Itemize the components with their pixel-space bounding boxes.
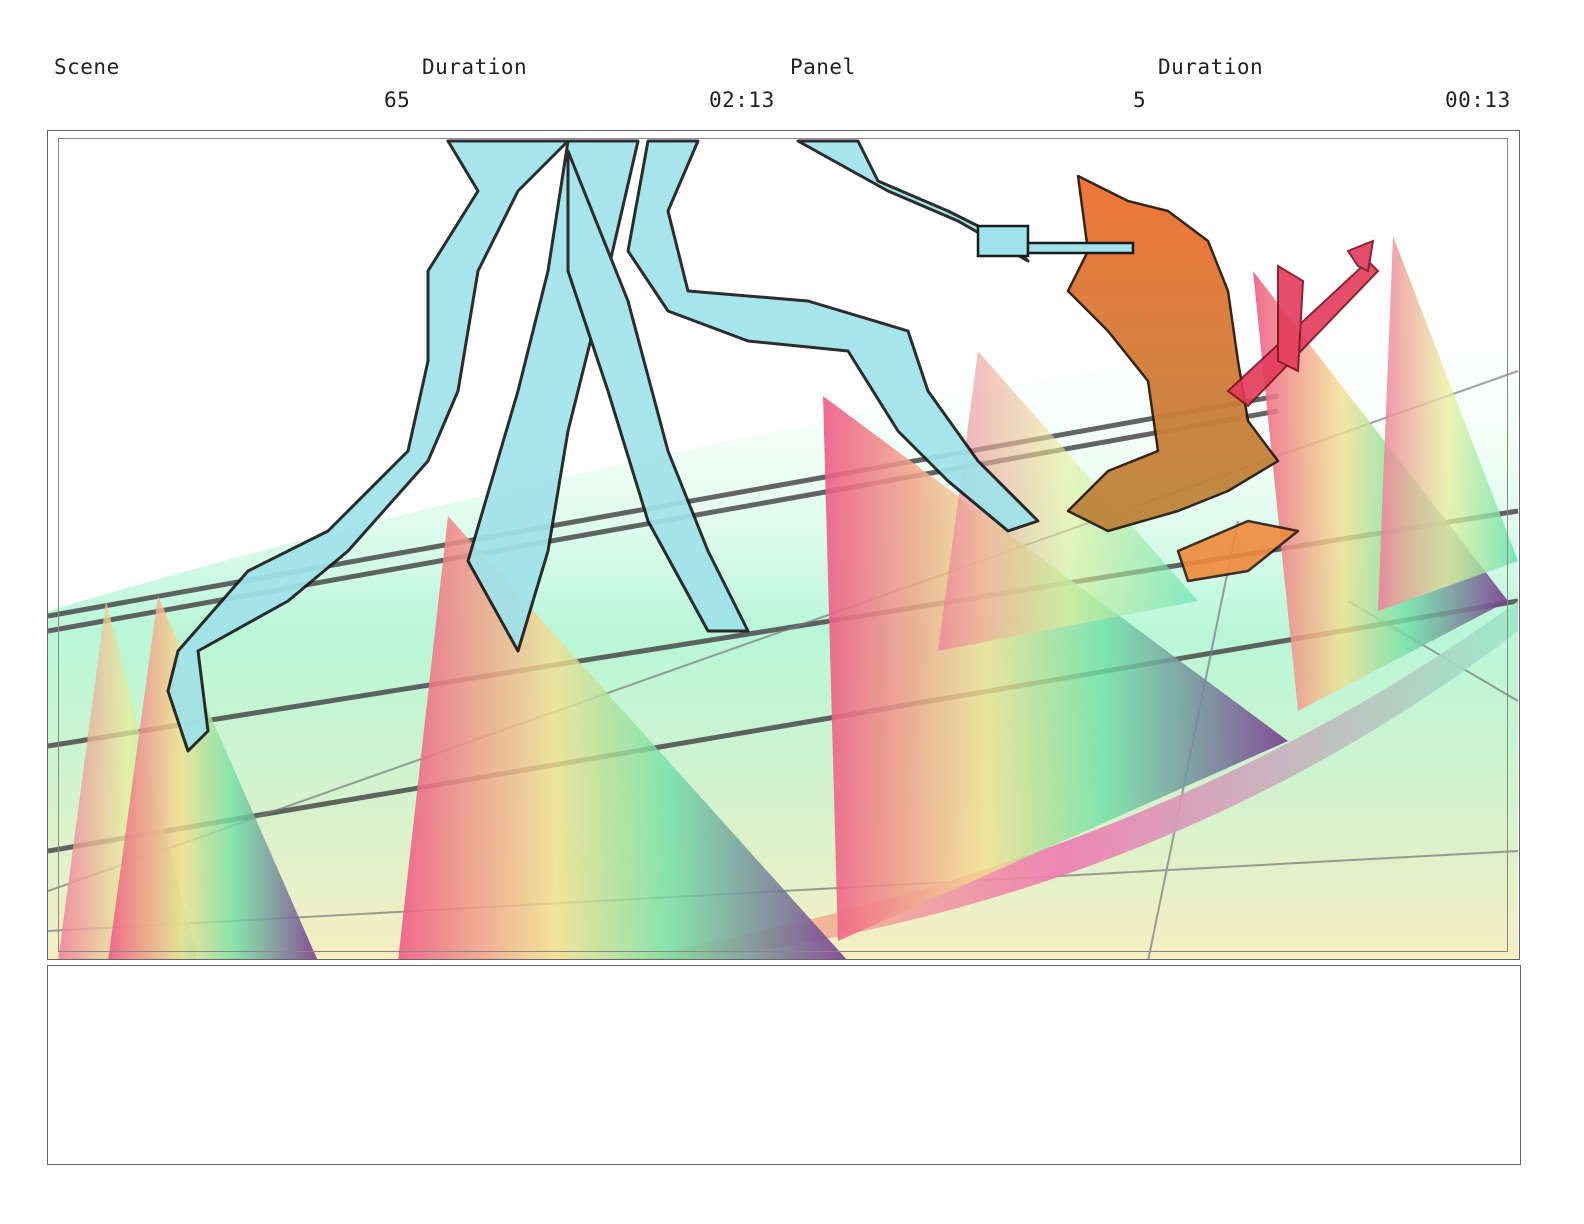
panel-duration-value: 00:13 (1445, 88, 1511, 112)
panel-number: 5 (1133, 88, 1147, 112)
panel-duration-label: Duration (1158, 55, 1264, 79)
panel-label: Panel (790, 55, 856, 79)
scene-duration-value: 02:13 (709, 88, 775, 112)
scene-duration-label: Duration (422, 55, 528, 79)
scene-number: 65 (384, 88, 411, 112)
panel-notes-box[interactable] (47, 965, 1521, 1165)
storyboard-panel[interactable] (47, 130, 1520, 960)
scene-label: Scene (54, 55, 120, 79)
storyboard-sketch-icon (48, 139, 1519, 959)
panel-notes-text (48, 966, 1520, 986)
